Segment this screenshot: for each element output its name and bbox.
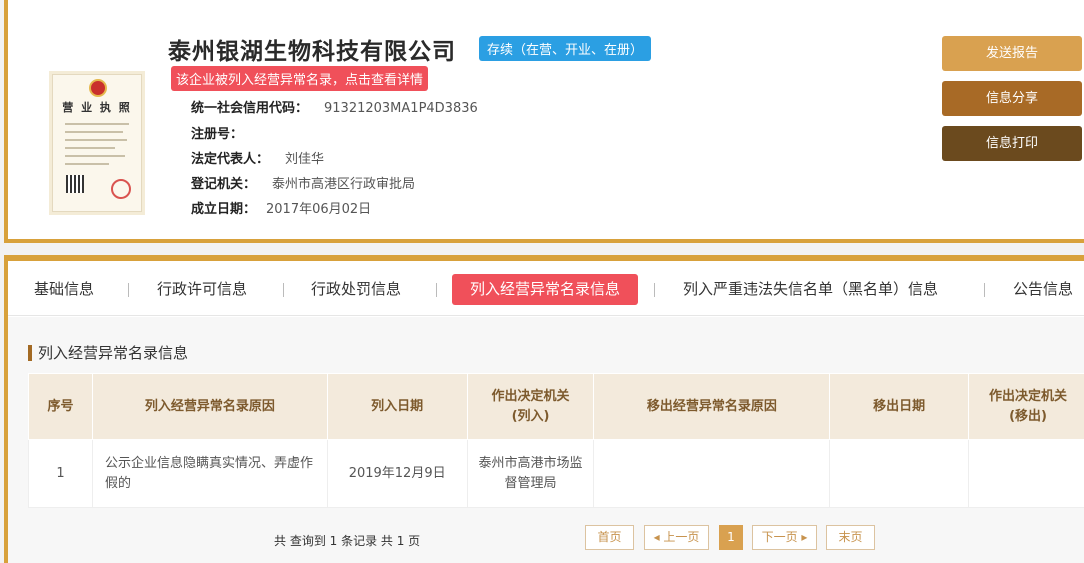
national-emblem-icon (89, 79, 107, 97)
tab-bar: 基础信息 行政许可信息 行政处罚信息 列入经营异常名录信息 列入严重违法失信名单… (8, 261, 1084, 316)
print-info-button[interactable]: 信息打印 (942, 126, 1082, 161)
table-header-row: 序号 列入经营异常名录原因 列入日期 作出决定机关 (列入) 移出经营异常名录原… (28, 373, 1084, 440)
reg-authority-row: 登记机关： 泰州市高港区行政审批局 (191, 173, 415, 192)
abnormal-list-section: 列入经营异常名录信息 序号 列入经营异常名录原因 列入日期 作出决定机关 (列入… (8, 317, 1084, 563)
tab-blacklist[interactable]: 列入严重违法失信名单（黑名单）信息 (683, 274, 938, 305)
col-header-date-in: 列入日期 (326, 373, 468, 440)
col-header-reason-in: 列入经营异常名录原因 (91, 373, 328, 440)
license-title: 营 业 执 照 (62, 101, 132, 114)
established-date-value: 2017年06月02日 (266, 202, 372, 217)
prev-page-label: 上一页 (663, 530, 700, 544)
share-info-button[interactable]: 信息分享 (942, 81, 1082, 116)
tab-divider (436, 283, 437, 297)
cell-authority-in: 泰州市高港市场监督管理局 (466, 439, 595, 508)
abnormal-list-table: 序号 列入经营异常名录原因 列入日期 作出决定机关 (列入) 移出经营异常名录原… (28, 373, 1084, 508)
col-header-date-out: 移出日期 (829, 373, 970, 440)
tab-abnormal-list[interactable]: 列入经营异常名录信息 (452, 274, 639, 305)
cell-reason-out (593, 439, 831, 508)
legal-rep-row: 法定代表人： 刘佳华 (191, 148, 324, 167)
next-page-button[interactable]: 下一页 ▸ (752, 525, 817, 550)
next-page-label: 下一页 (761, 530, 798, 544)
page-number-current[interactable]: 1 (719, 525, 743, 550)
business-license-image[interactable]: 营 业 执 照 (52, 74, 142, 212)
license-line (65, 147, 115, 149)
reg-number-row: 注册号： (191, 123, 259, 142)
tab-admin-license[interactable]: 行政许可信息 (157, 274, 247, 305)
reg-number-label: 注册号： (191, 127, 244, 142)
license-line (65, 139, 127, 141)
tab-admin-penalty[interactable]: 行政处罚信息 (311, 274, 401, 305)
tab-basic-info[interactable]: 基础信息 (34, 274, 94, 305)
company-card: 营 业 执 照 泰州银湖生物科技有限公司 存续（在营、开业、在册） 该企业被列入… (4, 0, 1084, 243)
established-date-row: 成立日期： 2017年06月02日 (191, 198, 371, 217)
reg-authority-label: 登记机关： (191, 177, 257, 192)
prev-page-button[interactable]: ◂ 上一页 (644, 525, 709, 550)
tab-divider (128, 283, 129, 297)
cell-authority-out (968, 439, 1084, 508)
legal-rep-label: 法定代表人： (191, 152, 270, 167)
chevron-right-icon: ▸ (801, 530, 808, 544)
tab-divider (654, 283, 655, 297)
col-header-authority-out: 作出决定机关 (移出) (968, 373, 1084, 440)
tab-announcement[interactable]: 公告信息 (1013, 274, 1073, 305)
col-header-authority-in: 作出决定机关 (列入) (466, 373, 595, 440)
chevron-left-icon: ◂ (653, 530, 660, 544)
col-header-index: 序号 (28, 373, 93, 440)
last-page-button[interactable]: 末页 (826, 525, 875, 550)
status-badge: 存续（在营、开业、在册） (479, 36, 652, 61)
tab-divider (984, 283, 985, 297)
first-page-button[interactable]: 首页 (585, 525, 634, 550)
license-line (65, 123, 129, 125)
legal-rep-value: 刘佳华 (285, 152, 325, 167)
abnormal-list-alert[interactable]: 该企业被列入经营异常名录，点击查看详情 (171, 66, 429, 91)
main-panel: 基础信息 行政许可信息 行政处罚信息 列入经营异常名录信息 列入严重违法失信名单… (4, 255, 1084, 563)
cell-date-in: 2019年12月9日 (326, 439, 468, 508)
credit-code-row: 统一社会信用代码： 91321203MA1P4D3836 (191, 97, 478, 116)
pager-summary: 共 查询到 1 条记录 共 1 页 (274, 534, 421, 548)
tab-divider (283, 283, 284, 297)
license-line (65, 131, 123, 133)
cell-reason-in: 公示企业信息隐瞒真实情况、弄虚作假的 (91, 439, 328, 508)
company-name: 泰州银湖生物科技有限公司 (168, 39, 456, 65)
license-line (65, 155, 125, 157)
cell-date-out (829, 439, 970, 508)
send-report-button[interactable]: 发送报告 (942, 36, 1082, 71)
credit-code-label: 统一社会信用代码： (191, 101, 309, 116)
license-line (65, 163, 109, 165)
table-row: 1 公示企业信息隐瞒真实情况、弄虚作假的 2019年12月9日 泰州市高港市场监… (28, 439, 1084, 508)
established-date-label: 成立日期： (191, 202, 257, 217)
reg-authority-value: 泰州市高港区行政审批局 (272, 177, 416, 192)
qr-code-icon (66, 175, 84, 193)
cell-index: 1 (28, 439, 93, 508)
credit-code-value: 91321203MA1P4D3836 (324, 101, 478, 116)
official-seal-icon (111, 179, 131, 199)
col-header-reason-out: 移出经营异常名录原因 (593, 373, 831, 440)
section-title: 列入经营异常名录信息 (28, 345, 188, 361)
